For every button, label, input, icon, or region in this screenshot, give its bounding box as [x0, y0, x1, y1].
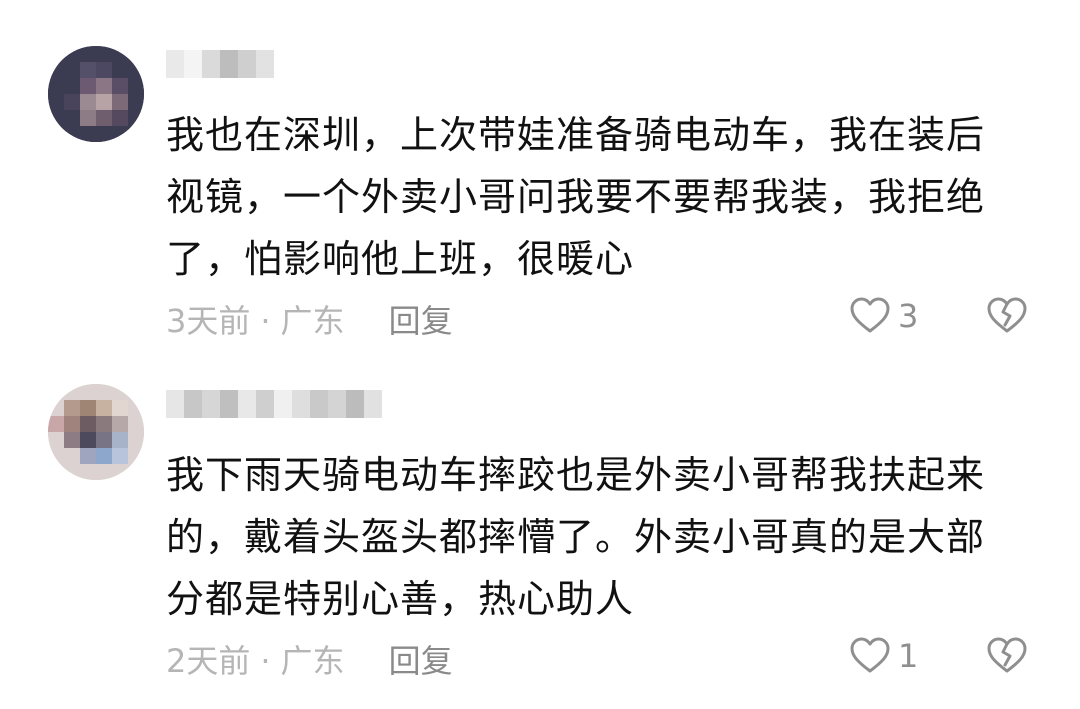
- username-blurred[interactable]: [166, 390, 406, 418]
- broken-heart-icon: [987, 297, 1027, 333]
- heart-outline-icon: [850, 637, 890, 673]
- like-count: 3: [898, 297, 919, 335]
- like-button[interactable]: 1: [848, 634, 918, 678]
- timestamp: 3天前: [166, 302, 251, 340]
- like-button[interactable]: 3: [848, 294, 918, 338]
- location: 广东: [280, 302, 345, 340]
- username-blurred[interactable]: [166, 50, 406, 78]
- meta-separator: ·: [260, 302, 271, 340]
- reply-button[interactable]: 回复: [389, 302, 453, 340]
- comment-text-line: 了，怕影响他上班，很暖心: [166, 237, 635, 281]
- comment-meta: 2天前 · 广东 回复: [166, 636, 453, 682]
- meta-separator: ·: [260, 642, 271, 680]
- comment-text-line: 我也在深圳，上次带娃准备骑电动车，我在装后: [166, 113, 986, 157]
- comment-meta: 3天前 · 广东 回复: [166, 296, 453, 342]
- avatar[interactable]: [48, 384, 144, 480]
- timestamp: 2天前: [166, 642, 251, 680]
- like-count: 1: [898, 637, 919, 675]
- comment-text-line: 视镜，一个外卖小哥问我要不要帮我装，我拒绝: [166, 175, 986, 219]
- comment-text-line: 的，戴着头盔头都摔懵了。外卖小哥真的是大部: [166, 515, 986, 559]
- comment-text-line: 分都是特别心善，热心助人: [166, 577, 635, 621]
- comment-item: 我也在深圳，上次带娃准备骑电动车，我在装后 视镜，一个外卖小哥问我要不要帮我装，…: [0, 0, 1080, 360]
- comment-text: 我也在深圳，上次带娃准备骑电动车，我在装后 视镜，一个外卖小哥问我要不要帮我装，…: [166, 104, 1046, 290]
- heart-outline-icon: [850, 297, 890, 333]
- location: 广东: [280, 642, 345, 680]
- avatar[interactable]: [48, 46, 144, 142]
- dislike-button[interactable]: [985, 294, 1029, 338]
- comment-item: 我下雨天骑电动车摔跤也是外卖小哥帮我扶起来 的，戴着头盔头都摔懵了。外卖小哥真的…: [0, 360, 1080, 709]
- reply-button[interactable]: 回复: [389, 642, 453, 680]
- comment-text: 我下雨天骑电动车摔跤也是外卖小哥帮我扶起来 的，戴着头盔头都摔懵了。外卖小哥真的…: [166, 444, 1046, 630]
- broken-heart-icon: [987, 637, 1027, 673]
- dislike-button[interactable]: [985, 634, 1029, 678]
- comment-text-line: 我下雨天骑电动车摔跤也是外卖小哥帮我扶起来: [166, 453, 986, 497]
